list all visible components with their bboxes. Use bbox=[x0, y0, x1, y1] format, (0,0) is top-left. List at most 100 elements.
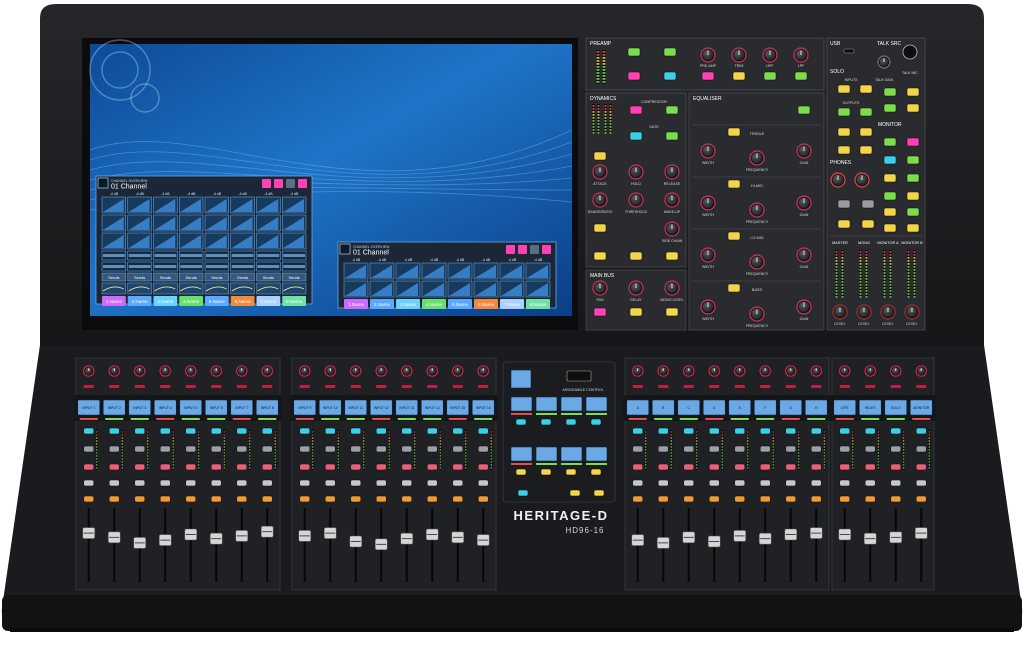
dynamics-button[interactable] bbox=[665, 131, 679, 141]
strip-rotary-knob[interactable] bbox=[133, 365, 146, 377]
strip-button[interactable] bbox=[785, 463, 796, 471]
strip-button[interactable] bbox=[299, 427, 310, 435]
strip-button[interactable] bbox=[734, 427, 745, 435]
monitor-button[interactable] bbox=[906, 223, 920, 233]
strip-button[interactable] bbox=[427, 463, 438, 471]
master-button[interactable] bbox=[837, 145, 851, 155]
strip-button[interactable] bbox=[236, 427, 247, 435]
eq-knob-1-0[interactable] bbox=[700, 195, 716, 211]
strip-button[interactable] bbox=[658, 479, 669, 487]
pin-icon[interactable] bbox=[286, 179, 295, 188]
monitor-button[interactable] bbox=[906, 173, 920, 183]
phones-knob-b[interactable] bbox=[854, 172, 870, 188]
main-bus-knob-0[interactable] bbox=[592, 280, 608, 296]
layers-icon[interactable] bbox=[506, 245, 515, 254]
monitor-button[interactable] bbox=[837, 219, 851, 229]
dynamics-button[interactable] bbox=[629, 251, 643, 261]
strip-button[interactable] bbox=[839, 463, 850, 471]
dynamics-knob-2[interactable] bbox=[664, 164, 680, 180]
monitor-button[interactable] bbox=[883, 137, 897, 147]
eq-knob-3-1[interactable] bbox=[749, 306, 765, 322]
gear-icon[interactable] bbox=[298, 179, 307, 188]
phones-knob-a[interactable] bbox=[830, 172, 846, 188]
level-knob-2[interactable] bbox=[880, 304, 896, 320]
eq-knob-2-2[interactable] bbox=[796, 247, 812, 263]
strip-button[interactable] bbox=[478, 427, 489, 435]
eq-knob-2-1[interactable] bbox=[749, 254, 765, 270]
strip-button[interactable] bbox=[683, 427, 694, 435]
assignable-button[interactable] bbox=[515, 418, 527, 426]
strip-button[interactable] bbox=[134, 427, 145, 435]
strip-button[interactable] bbox=[376, 479, 387, 487]
strip-button[interactable] bbox=[185, 427, 196, 435]
strip-button[interactable] bbox=[185, 445, 196, 453]
dynamics-knob-5[interactable] bbox=[664, 192, 680, 208]
strip-rotary-knob[interactable] bbox=[864, 365, 877, 377]
strip-button[interactable] bbox=[709, 479, 720, 487]
strip-button[interactable] bbox=[478, 479, 489, 487]
strip-button[interactable] bbox=[785, 479, 796, 487]
strip-select-button[interactable] bbox=[632, 495, 643, 503]
eq-button[interactable] bbox=[797, 105, 811, 115]
strip-button[interactable] bbox=[785, 445, 796, 453]
strip-button[interactable] bbox=[760, 463, 771, 471]
strip-rotary-knob[interactable] bbox=[451, 365, 464, 377]
master-button[interactable] bbox=[837, 107, 851, 117]
strip-button[interactable] bbox=[760, 427, 771, 435]
center-button[interactable] bbox=[569, 489, 581, 497]
strip-button[interactable] bbox=[890, 427, 901, 435]
assignable-button[interactable] bbox=[590, 468, 602, 476]
eq-knob-0-2[interactable] bbox=[796, 143, 812, 159]
strip-select-button[interactable] bbox=[452, 495, 463, 503]
strip-button[interactable] bbox=[211, 445, 222, 453]
master-button[interactable] bbox=[837, 84, 851, 94]
strip-button[interactable] bbox=[632, 479, 643, 487]
assignable-button[interactable] bbox=[540, 468, 552, 476]
dynamics-knob-6[interactable] bbox=[664, 221, 680, 237]
strip-button[interactable] bbox=[325, 479, 336, 487]
strip-rotary-knob[interactable] bbox=[733, 365, 746, 377]
strip-button[interactable] bbox=[160, 445, 171, 453]
strip-button[interactable] bbox=[683, 463, 694, 471]
monitor-button[interactable] bbox=[861, 219, 875, 229]
eq-knob-1-1[interactable] bbox=[749, 202, 765, 218]
eq-band-button[interactable] bbox=[727, 283, 741, 293]
preamp-knob-1[interactable] bbox=[731, 47, 747, 63]
dynamics-button[interactable] bbox=[665, 105, 679, 115]
strip-button[interactable] bbox=[401, 427, 412, 435]
master-button[interactable] bbox=[859, 107, 873, 117]
strip-select-button[interactable] bbox=[811, 495, 822, 503]
strip-button[interactable] bbox=[683, 445, 694, 453]
level-knob-1[interactable] bbox=[856, 304, 872, 320]
monitor-button[interactable] bbox=[906, 137, 920, 147]
strip-rotary-knob[interactable] bbox=[810, 365, 823, 377]
strip-button[interactable] bbox=[452, 463, 463, 471]
strip-rotary-knob[interactable] bbox=[298, 365, 311, 377]
master-button[interactable] bbox=[906, 87, 920, 97]
strip-button[interactable] bbox=[890, 445, 901, 453]
strip-button[interactable] bbox=[299, 463, 310, 471]
monitor-button[interactable] bbox=[906, 155, 920, 165]
strip-button[interactable] bbox=[299, 479, 310, 487]
strip-button[interactable] bbox=[811, 479, 822, 487]
assignable-button[interactable] bbox=[540, 418, 552, 426]
strip-select-button[interactable] bbox=[916, 495, 927, 503]
strip-button[interactable] bbox=[160, 427, 171, 435]
preamp-button[interactable] bbox=[663, 71, 677, 81]
monitor-button[interactable] bbox=[883, 191, 897, 201]
strip-button[interactable] bbox=[160, 463, 171, 471]
strip-select-button[interactable] bbox=[109, 495, 120, 503]
eq-knob-0-1[interactable] bbox=[749, 150, 765, 166]
pin-icon[interactable] bbox=[530, 245, 539, 254]
strip-button[interactable] bbox=[401, 479, 412, 487]
strip-button[interactable] bbox=[811, 463, 822, 471]
strip-button[interactable] bbox=[83, 463, 94, 471]
strip-button[interactable] bbox=[83, 479, 94, 487]
strip-button[interactable] bbox=[134, 479, 145, 487]
strip-button[interactable] bbox=[236, 445, 247, 453]
monitor-button[interactable] bbox=[883, 173, 897, 183]
dynamics-button[interactable] bbox=[593, 251, 607, 261]
main-bus-button[interactable] bbox=[593, 307, 607, 317]
strip-button[interactable] bbox=[325, 463, 336, 471]
center-button[interactable] bbox=[593, 489, 605, 497]
